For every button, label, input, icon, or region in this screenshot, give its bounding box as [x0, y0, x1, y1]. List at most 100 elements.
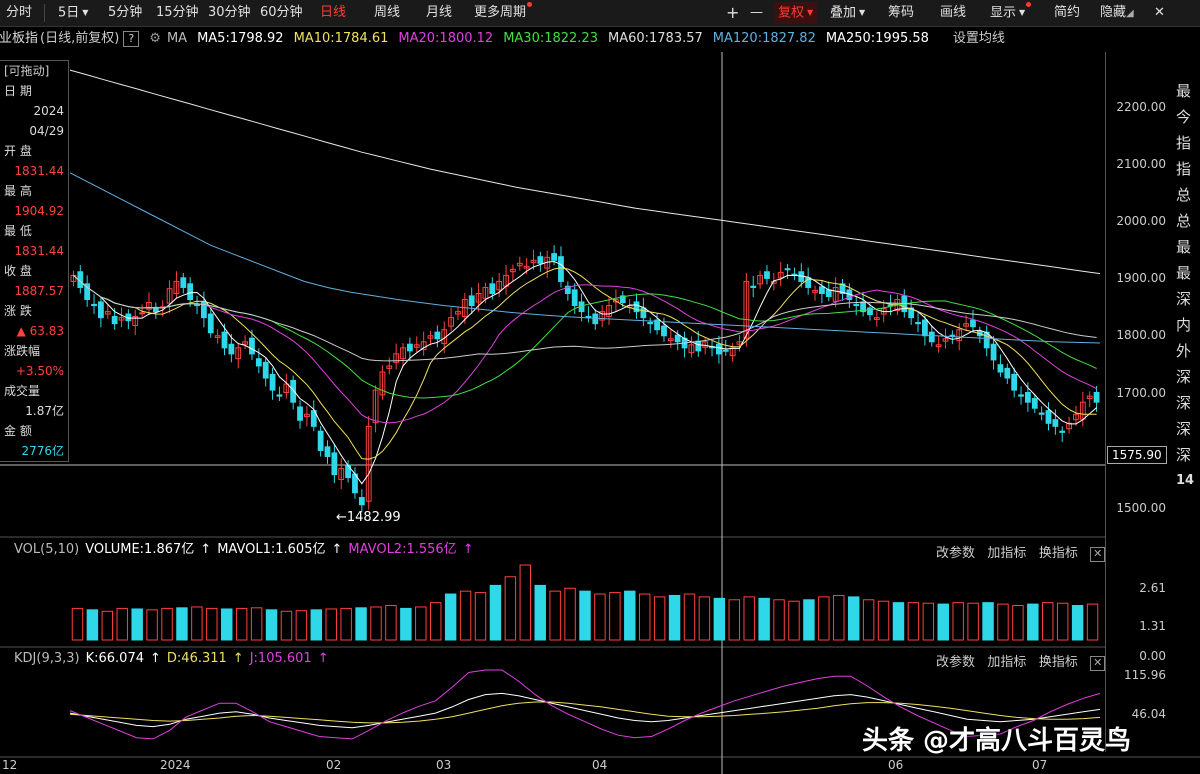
- candle-body: [818, 286, 825, 295]
- kdj-j-value: J:105.601: [249, 651, 312, 666]
- candle-body: [1045, 410, 1052, 424]
- arrow-up-icon: ↑: [331, 542, 343, 557]
- switch-indicator-button[interactable]: 换指标: [1039, 546, 1078, 561]
- kdj-toolbar: 改参数 加指标 换指标 ✕: [936, 651, 1106, 671]
- switch-indicator-button[interactable]: 换指标: [1039, 655, 1078, 670]
- add-indicator-button[interactable]: 加指标: [987, 546, 1026, 561]
- volume-bar: [549, 590, 561, 641]
- volume-bar: [624, 590, 636, 641]
- volume-bar: [176, 607, 188, 641]
- volume-bar: [444, 593, 457, 641]
- candle-body: [97, 301, 104, 319]
- candle-body: [269, 373, 276, 391]
- volume-bar: [713, 597, 726, 641]
- candle-body: [592, 313, 599, 325]
- volume-bar: [594, 593, 606, 641]
- price-tick: 1700.00: [1116, 386, 1166, 400]
- draggable-label[interactable]: [可拖动]: [0, 61, 68, 81]
- volume-value: VOLUME:1.867亿: [85, 542, 195, 557]
- date-label: 日 期: [4, 84, 32, 98]
- candle-body: [187, 283, 194, 301]
- volume-bar: [400, 607, 412, 641]
- low-label: 最 低: [4, 224, 32, 238]
- candle-body: [1038, 412, 1045, 415]
- volume-bar: [235, 607, 248, 641]
- volume-bar: [877, 600, 890, 641]
- x-tick: 03: [436, 758, 452, 772]
- volume-bar: [982, 602, 994, 641]
- info-panel[interactable]: [可拖动] 日 期 2024 04/29 开 盘 1831.44 最 高 190…: [0, 60, 69, 462]
- volume-bar: [743, 596, 755, 641]
- volume-bar: [892, 602, 905, 641]
- panel-char: 总: [1176, 212, 1192, 230]
- volume-bar: [907, 602, 920, 641]
- kdj-header: KDJ(9,3,3) K:66.074 ↑ D:46.311 ↑ J:105.601 ↑: [0, 649, 335, 669]
- candle-body: [695, 340, 702, 352]
- candle-body: [228, 343, 235, 355]
- edit-params-button[interactable]: 改参数: [936, 655, 975, 670]
- panel-char: 指: [1176, 134, 1192, 152]
- candle-body: [139, 312, 146, 315]
- close-label: 收 盘: [4, 264, 32, 278]
- kdj-d-value: D:46.311: [166, 651, 227, 666]
- kdj-tick: 115.96: [1124, 668, 1166, 682]
- volume-bar: [71, 607, 84, 641]
- arrow-up-icon: ↑: [317, 651, 329, 666]
- panel-char: 今: [1176, 108, 1192, 126]
- candle-body: [867, 307, 873, 316]
- volume-bar: [101, 610, 114, 641]
- amount-value: 2776亿: [21, 444, 64, 458]
- arrow-up-icon: ↑: [462, 542, 474, 557]
- price-tick: 2100.00: [1116, 157, 1166, 171]
- arrow-up-icon: ↑: [150, 651, 161, 666]
- volume-bar: [847, 596, 860, 641]
- pct-value: +3.50%: [15, 364, 64, 378]
- volume-bar: [340, 607, 352, 641]
- x-tick: 06: [888, 758, 904, 772]
- add-indicator-button[interactable]: 加指标: [987, 655, 1026, 670]
- edit-params-button[interactable]: 改参数: [936, 546, 975, 561]
- volume-bar: [788, 600, 800, 641]
- volume-bar: [415, 606, 427, 641]
- panel-char: 外: [1176, 342, 1192, 360]
- panel-char: 最: [1176, 82, 1192, 100]
- panel-char: 深: [1176, 394, 1192, 412]
- high-label: 最 高: [4, 184, 32, 198]
- volume-bar: [952, 602, 964, 641]
- candle-body: [784, 268, 791, 271]
- open-label: 开 盘: [4, 144, 32, 158]
- x-tick: 12: [2, 758, 18, 772]
- volume-bar: [1086, 603, 1099, 641]
- candle-body: [358, 497, 365, 506]
- price-tick: 2000.00: [1116, 214, 1166, 228]
- candle-body: [1018, 394, 1024, 397]
- price-axis: 2200.00 2100.00 2000.00 1900.00 1800.00 …: [1105, 52, 1176, 752]
- ma5-line: [73, 260, 1097, 485]
- volume-bar: [937, 603, 949, 641]
- volume-bar: [698, 596, 711, 641]
- candle-body: [915, 321, 921, 325]
- candle-body: [331, 452, 338, 476]
- volume-bar: [862, 599, 875, 641]
- volume-bar: [609, 592, 621, 641]
- volume-bar: [310, 609, 323, 641]
- change-value: ▲ 63.83: [16, 324, 64, 338]
- change-label: 涨 跌: [4, 304, 32, 318]
- pct-label: 涨跌幅: [4, 344, 41, 358]
- volume-bar: [668, 594, 681, 641]
- volume-bar: [519, 564, 532, 641]
- candle-body: [640, 307, 647, 319]
- price-tick: 1900.00: [1116, 271, 1166, 285]
- volume-bar: [967, 602, 979, 641]
- candle-body: [406, 343, 413, 352]
- close-icon[interactable]: ✕: [1090, 656, 1106, 671]
- panel-char: 最: [1176, 264, 1192, 282]
- volume-bar: [474, 592, 487, 641]
- panel-char: 最: [1176, 238, 1192, 256]
- candle-body: [91, 303, 97, 307]
- candle-body: [949, 334, 956, 337]
- candle-body: [853, 303, 860, 307]
- candle-body: [921, 319, 928, 337]
- volume-bar: [922, 602, 935, 641]
- close-icon[interactable]: ✕: [1090, 547, 1106, 562]
